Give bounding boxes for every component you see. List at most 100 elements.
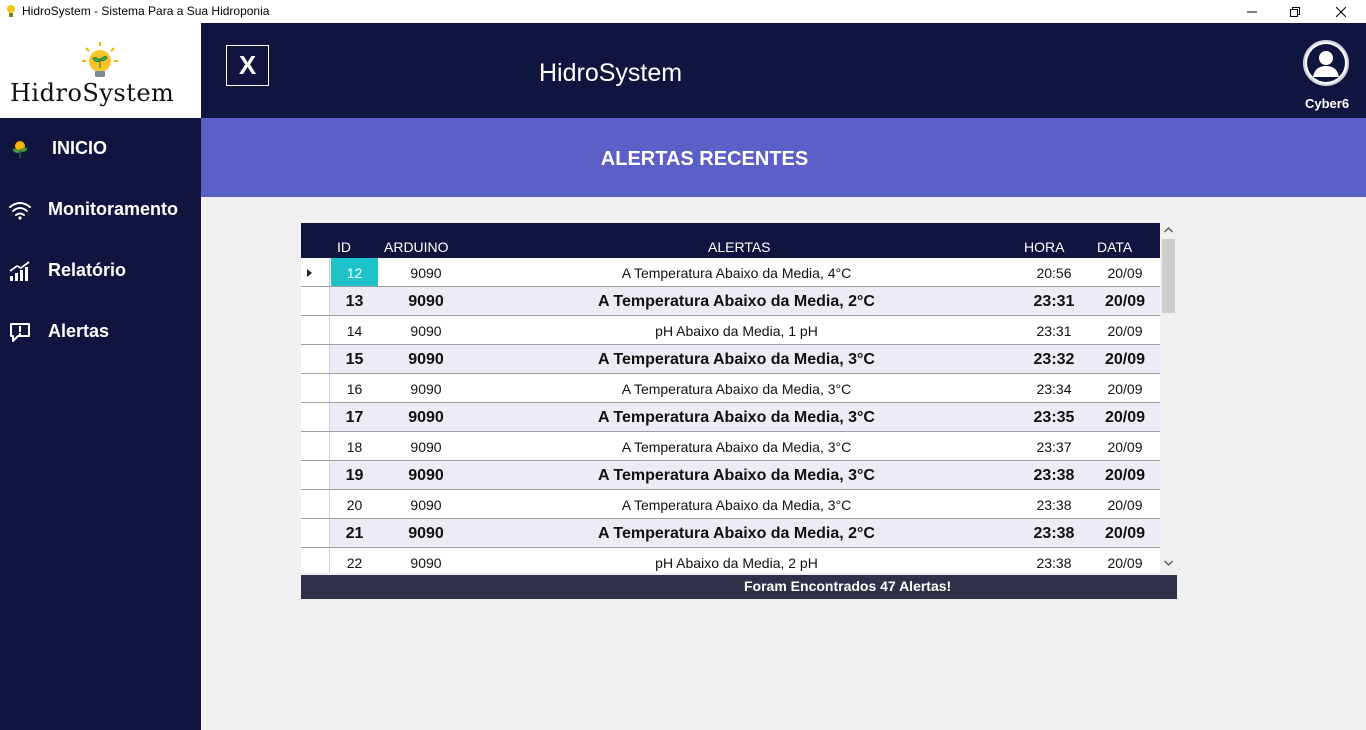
- cell-data[interactable]: 20/09: [1089, 490, 1161, 518]
- wifi-icon: [9, 202, 31, 220]
- cell-id[interactable]: 12: [331, 258, 378, 286]
- scroll-thumb[interactable]: [1162, 239, 1175, 313]
- cell-arduino[interactable]: 9090: [378, 548, 474, 573]
- cell-data[interactable]: 20/09: [1089, 316, 1161, 344]
- cell-data[interactable]: 20/09: [1089, 374, 1161, 402]
- cell-hora[interactable]: 23:38: [1019, 490, 1089, 518]
- cell-hora[interactable]: 20:56: [1019, 258, 1089, 286]
- cell-id[interactable]: 15: [331, 345, 378, 373]
- column-header-data[interactable]: DATA: [1097, 239, 1132, 255]
- sidebar-item-alertas[interactable]: Alertas: [0, 310, 201, 354]
- table-row[interactable]: 21 9090 A Temperatura Abaixo da Media, 2°C…: [301, 519, 1160, 548]
- cell-alerta[interactable]: A Temperatura Abaixo da Media, 3°C: [474, 461, 999, 489]
- sidebar-item-inicio[interactable]: INICIO: [0, 127, 201, 171]
- cell-alerta[interactable]: pH Abaixo da Media, 1 pH: [474, 316, 999, 344]
- cell-data[interactable]: 20/09: [1089, 345, 1161, 373]
- cell-hora[interactable]: 23:35: [1019, 403, 1089, 431]
- user-avatar-icon[interactable]: [1302, 39, 1350, 87]
- cell-id[interactable]: 19: [331, 461, 378, 489]
- row-selector[interactable]: [301, 432, 330, 460]
- cell-id[interactable]: 17: [331, 403, 378, 431]
- cell-arduino[interactable]: 9090: [378, 374, 474, 402]
- cell-alerta[interactable]: A Temperatura Abaixo da Media, 3°C: [474, 345, 999, 373]
- close-menu-button[interactable]: X: [226, 45, 269, 86]
- cell-data[interactable]: 20/09: [1089, 287, 1161, 315]
- row-selector[interactable]: [301, 287, 330, 315]
- username: Cyber6: [1305, 96, 1350, 111]
- table-row[interactable]: 19 9090 A Temperatura Abaixo da Media, 3°C…: [301, 461, 1160, 490]
- cell-hora[interactable]: 23:31: [1019, 287, 1089, 315]
- scroll-up-icon[interactable]: [1164, 227, 1173, 233]
- cell-alerta[interactable]: A Temperatura Abaixo da Media, 3°C: [474, 374, 999, 402]
- row-selector[interactable]: [301, 403, 330, 431]
- cell-id[interactable]: 21: [331, 519, 378, 547]
- cell-data[interactable]: 20/09: [1089, 432, 1161, 460]
- cell-arduino[interactable]: 9090: [378, 345, 474, 373]
- cell-arduino[interactable]: 9090: [378, 316, 474, 344]
- table-row[interactable]: 20 9090 A Temperatura Abaixo da Media, 3°C…: [301, 490, 1160, 519]
- cell-data[interactable]: 20/09: [1089, 258, 1161, 286]
- scroll-down-icon[interactable]: [1164, 560, 1173, 566]
- table-scrollbar[interactable]: [1160, 223, 1177, 573]
- cell-data[interactable]: 20/09: [1089, 548, 1161, 573]
- cell-id[interactable]: 22: [331, 548, 378, 573]
- cell-hora[interactable]: 23:38: [1019, 461, 1089, 489]
- cell-arduino[interactable]: 9090: [378, 287, 474, 315]
- cell-data[interactable]: 20/09: [1089, 461, 1161, 489]
- cell-arduino[interactable]: 9090: [378, 519, 474, 547]
- cell-alerta[interactable]: A Temperatura Abaixo da Media, 3°C: [474, 432, 999, 460]
- cell-hora[interactable]: 23:32: [1019, 345, 1089, 373]
- table-row[interactable]: 16 9090 A Temperatura Abaixo da Media, 3°C…: [301, 374, 1160, 403]
- table-row[interactable]: 13 9090 A Temperatura Abaixo da Media, 2°C…: [301, 287, 1160, 316]
- table-row[interactable]: 22 9090 pH Abaixo da Media, 2 pH 23:38 20/09: [301, 548, 1160, 573]
- row-selector[interactable]: [301, 316, 330, 344]
- table-row[interactable]: 18 9090 A Temperatura Abaixo da Media, 3°C…: [301, 432, 1160, 461]
- cell-alerta[interactable]: A Temperatura Abaixo da Media, 2°C: [474, 519, 999, 547]
- sidebar: HidroSystem INICIO Monitoramento Relatór…: [0, 23, 201, 730]
- cell-hora[interactable]: 23:38: [1019, 548, 1089, 573]
- row-selector[interactable]: [301, 461, 330, 489]
- cell-alerta[interactable]: A Temperatura Abaixo da Media, 3°C: [474, 403, 999, 431]
- cell-hora[interactable]: 23:34: [1019, 374, 1089, 402]
- cell-arduino[interactable]: 9090: [378, 403, 474, 431]
- sidebar-item-relatorio[interactable]: Relatório: [0, 249, 201, 293]
- column-header-alertas[interactable]: ALERTAS: [708, 239, 771, 255]
- row-selector[interactable]: [301, 490, 330, 518]
- alerts-table[interactable]: ID ARDUINO ALERTAS HORA DATA 12 9090 A Tem…: [301, 223, 1177, 573]
- minimize-button[interactable]: [1229, 0, 1275, 23]
- row-selector[interactable]: [301, 519, 330, 547]
- table-row[interactable]: 15 9090 A Temperatura Abaixo da Media, 3°C…: [301, 345, 1160, 374]
- row-selector[interactable]: [301, 548, 330, 573]
- row-selector[interactable]: [301, 258, 330, 286]
- cell-arduino[interactable]: 9090: [378, 258, 474, 286]
- cell-data[interactable]: 20/09: [1089, 403, 1161, 431]
- row-selector[interactable]: [301, 374, 330, 402]
- cell-hora[interactable]: 23:31: [1019, 316, 1089, 344]
- column-header-hora[interactable]: HORA: [1024, 239, 1064, 255]
- cell-id[interactable]: 20: [331, 490, 378, 518]
- cell-alerta[interactable]: A Temperatura Abaixo da Media, 2°C: [474, 287, 999, 315]
- cell-hora[interactable]: 23:38: [1019, 519, 1089, 547]
- cell-hora[interactable]: 23:37: [1019, 432, 1089, 460]
- sidebar-item-monitoramento[interactable]: Monitoramento: [0, 188, 201, 232]
- cell-alerta[interactable]: A Temperatura Abaixo da Media, 3°C: [474, 490, 999, 518]
- cell-alerta[interactable]: pH Abaixo da Media, 2 pH: [474, 548, 999, 573]
- cell-alerta[interactable]: A Temperatura Abaixo da Media, 4°C: [474, 258, 999, 286]
- cell-arduino[interactable]: 9090: [378, 490, 474, 518]
- cell-id[interactable]: 14: [331, 316, 378, 344]
- table-row[interactable]: 14 9090 pH Abaixo da Media, 1 pH 23:31 20/09: [301, 316, 1160, 345]
- column-header-arduino[interactable]: ARDUINO: [384, 239, 449, 255]
- table-row[interactable]: 12 9090 A Temperatura Abaixo da Media, 4°C…: [301, 258, 1160, 287]
- column-header-id[interactable]: ID: [337, 239, 351, 255]
- cell-data[interactable]: 20/09: [1089, 519, 1161, 547]
- table-row[interactable]: 17 9090 A Temperatura Abaixo da Media, 3°C…: [301, 403, 1160, 432]
- cell-id[interactable]: 18: [331, 432, 378, 460]
- cell-arduino[interactable]: 9090: [378, 432, 474, 460]
- restore-button[interactable]: [1272, 0, 1318, 23]
- cell-id[interactable]: 13: [331, 287, 378, 315]
- cell-id[interactable]: 16: [331, 374, 378, 402]
- row-selector[interactable]: [301, 345, 330, 373]
- header: X HidroSystem Cyber6: [201, 23, 1366, 118]
- close-window-button[interactable]: [1318, 0, 1364, 23]
- cell-arduino[interactable]: 9090: [378, 461, 474, 489]
